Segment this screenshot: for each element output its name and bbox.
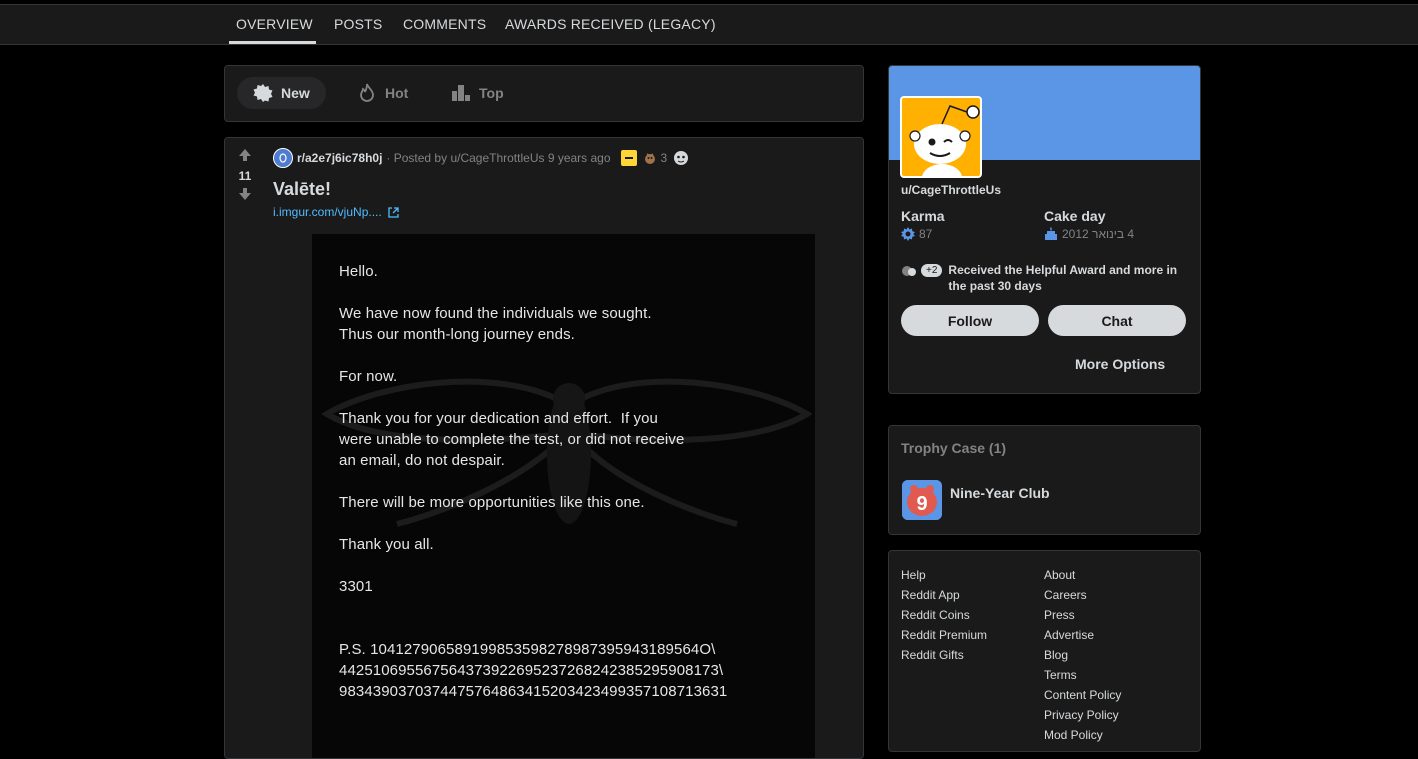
trophy-case: Trophy Case (1) 9 Nine-Year Club — [888, 425, 1201, 535]
more-options-button[interactable]: More Options — [1075, 356, 1165, 372]
footer-right-column: About Careers Press Advertise Blog Terms… — [1044, 565, 1121, 745]
karma-icon — [901, 227, 915, 241]
sort-new-button[interactable]: New — [237, 77, 326, 109]
new-burst-icon — [253, 83, 273, 103]
sort-hot-label: Hot — [385, 85, 409, 101]
podium-icon — [451, 83, 471, 103]
footer-link-reddit-app[interactable]: Reddit App — [901, 585, 987, 605]
footer-link-terms[interactable]: Terms — [1044, 665, 1121, 685]
footer-link-reddit-coins[interactable]: Reddit Coins — [901, 605, 987, 625]
post-image[interactable]: Hello. We have now found the individuals… — [312, 234, 815, 758]
sort-top-label: Top — [479, 85, 504, 101]
image-letter-text: Hello. We have now found the individuals… — [339, 263, 728, 700]
footer-link-content-policy[interactable]: Content Policy — [1044, 685, 1121, 705]
trophy-case-title: Trophy Case (1) — [901, 440, 1007, 456]
sort-hot-button[interactable]: Hot — [345, 77, 420, 109]
post-title[interactable]: Valēte! — [273, 179, 331, 200]
footer-link-reddit-gifts[interactable]: Reddit Gifts — [901, 645, 987, 665]
award-icon — [901, 264, 917, 278]
footer-link-press[interactable]: Press — [1044, 605, 1121, 625]
karma-number: 87 — [919, 227, 933, 241]
sort-new-label: New — [281, 85, 310, 101]
posted-by-text: · Posted by u/CageThrottleUs 9 years ago — [386, 151, 611, 165]
subreddit-link[interactable]: r/a2e7j6ic78h0j — [297, 151, 382, 165]
more-awards-badge: +2 — [921, 264, 943, 277]
tab-comments[interactable]: COMMENTS — [403, 16, 486, 32]
footer-link-mod-policy[interactable]: Mod Policy — [1044, 725, 1121, 745]
trophy-name[interactable]: Nine-Year Club — [950, 485, 1050, 501]
post-meta: r/a2e7j6ic78h0j · Posted by u/CageThrott… — [273, 148, 689, 168]
tab-overview[interactable]: OVERVIEW — [236, 16, 313, 32]
footer-link-help[interactable]: Help — [901, 565, 987, 585]
nine-year-club-icon: 9 — [902, 480, 942, 520]
footer-link-blog[interactable]: Blog — [1044, 645, 1121, 665]
footer-link-privacy-policy[interactable]: Privacy Policy — [1044, 705, 1121, 725]
external-link-text: i.imgur.com/vjuNp.... — [273, 205, 382, 219]
vote-column: 11 — [233, 148, 257, 204]
awards-description: Received the Helpful Award and more in t… — [948, 263, 1178, 293]
footer-left-column: Help Reddit App Reddit Coins Reddit Prem… — [901, 565, 987, 665]
active-tab-indicator — [229, 41, 316, 44]
cake-day-label: Cake day — [1044, 208, 1106, 224]
tab-awards-received[interactable]: AWARDS RECEIVED (LEGACY) — [505, 16, 716, 32]
award-icon — [673, 150, 689, 166]
karma-label: Karma — [901, 208, 945, 224]
sort-top-button[interactable]: Top — [439, 77, 516, 109]
post-score: 11 — [238, 169, 252, 183]
post-card[interactable]: 11 r/a2e7j6ic78h0j · Posted by u/CageThr… — [224, 137, 864, 759]
profile-card: u/CageThrottleUs Karma 87 Cake day 4 בינ… — [888, 65, 1201, 394]
svg-text:9: 9 — [916, 493, 927, 515]
sort-bar: New Hot Top — [224, 65, 864, 122]
cake-day-value: 4 בינואר 2012 — [1044, 227, 1134, 241]
footer-link-reddit-premium[interactable]: Reddit Premium — [901, 625, 987, 645]
chat-button[interactable]: Chat — [1048, 305, 1186, 336]
footer-links: Help Reddit App Reddit Coins Reddit Prem… — [888, 550, 1201, 752]
award-count: 3 — [660, 151, 668, 165]
cake-icon — [1044, 227, 1058, 241]
footer-link-careers[interactable]: Careers — [1044, 585, 1121, 605]
tab-posts[interactable]: POSTS — [334, 16, 382, 32]
karma-value: 87 — [901, 227, 932, 241]
recent-awards[interactable]: +2 Received the Helpful Award and more i… — [901, 262, 1193, 294]
upvote-icon[interactable] — [233, 148, 257, 165]
avatar[interactable] — [900, 96, 982, 178]
external-link-icon — [388, 206, 399, 218]
archived-icon — [620, 150, 637, 166]
footer-link-advertise[interactable]: Advertise — [1044, 625, 1121, 645]
cake-day-date: 4 בינואר 2012 — [1062, 227, 1135, 241]
award-icon — [643, 151, 657, 165]
external-link[interactable]: i.imgur.com/vjuNp.... — [273, 205, 399, 219]
subreddit-icon[interactable] — [273, 148, 293, 168]
profile-username: u/CageThrottleUs — [901, 183, 1002, 197]
flame-icon — [357, 83, 377, 103]
profile-tab-bar: OVERVIEW POSTS COMMENTS AWARDS RECEIVED … — [0, 5, 1418, 45]
footer-link-about[interactable]: About — [1044, 565, 1121, 585]
follow-button[interactable]: Follow — [901, 305, 1039, 336]
downvote-icon[interactable] — [233, 187, 257, 204]
